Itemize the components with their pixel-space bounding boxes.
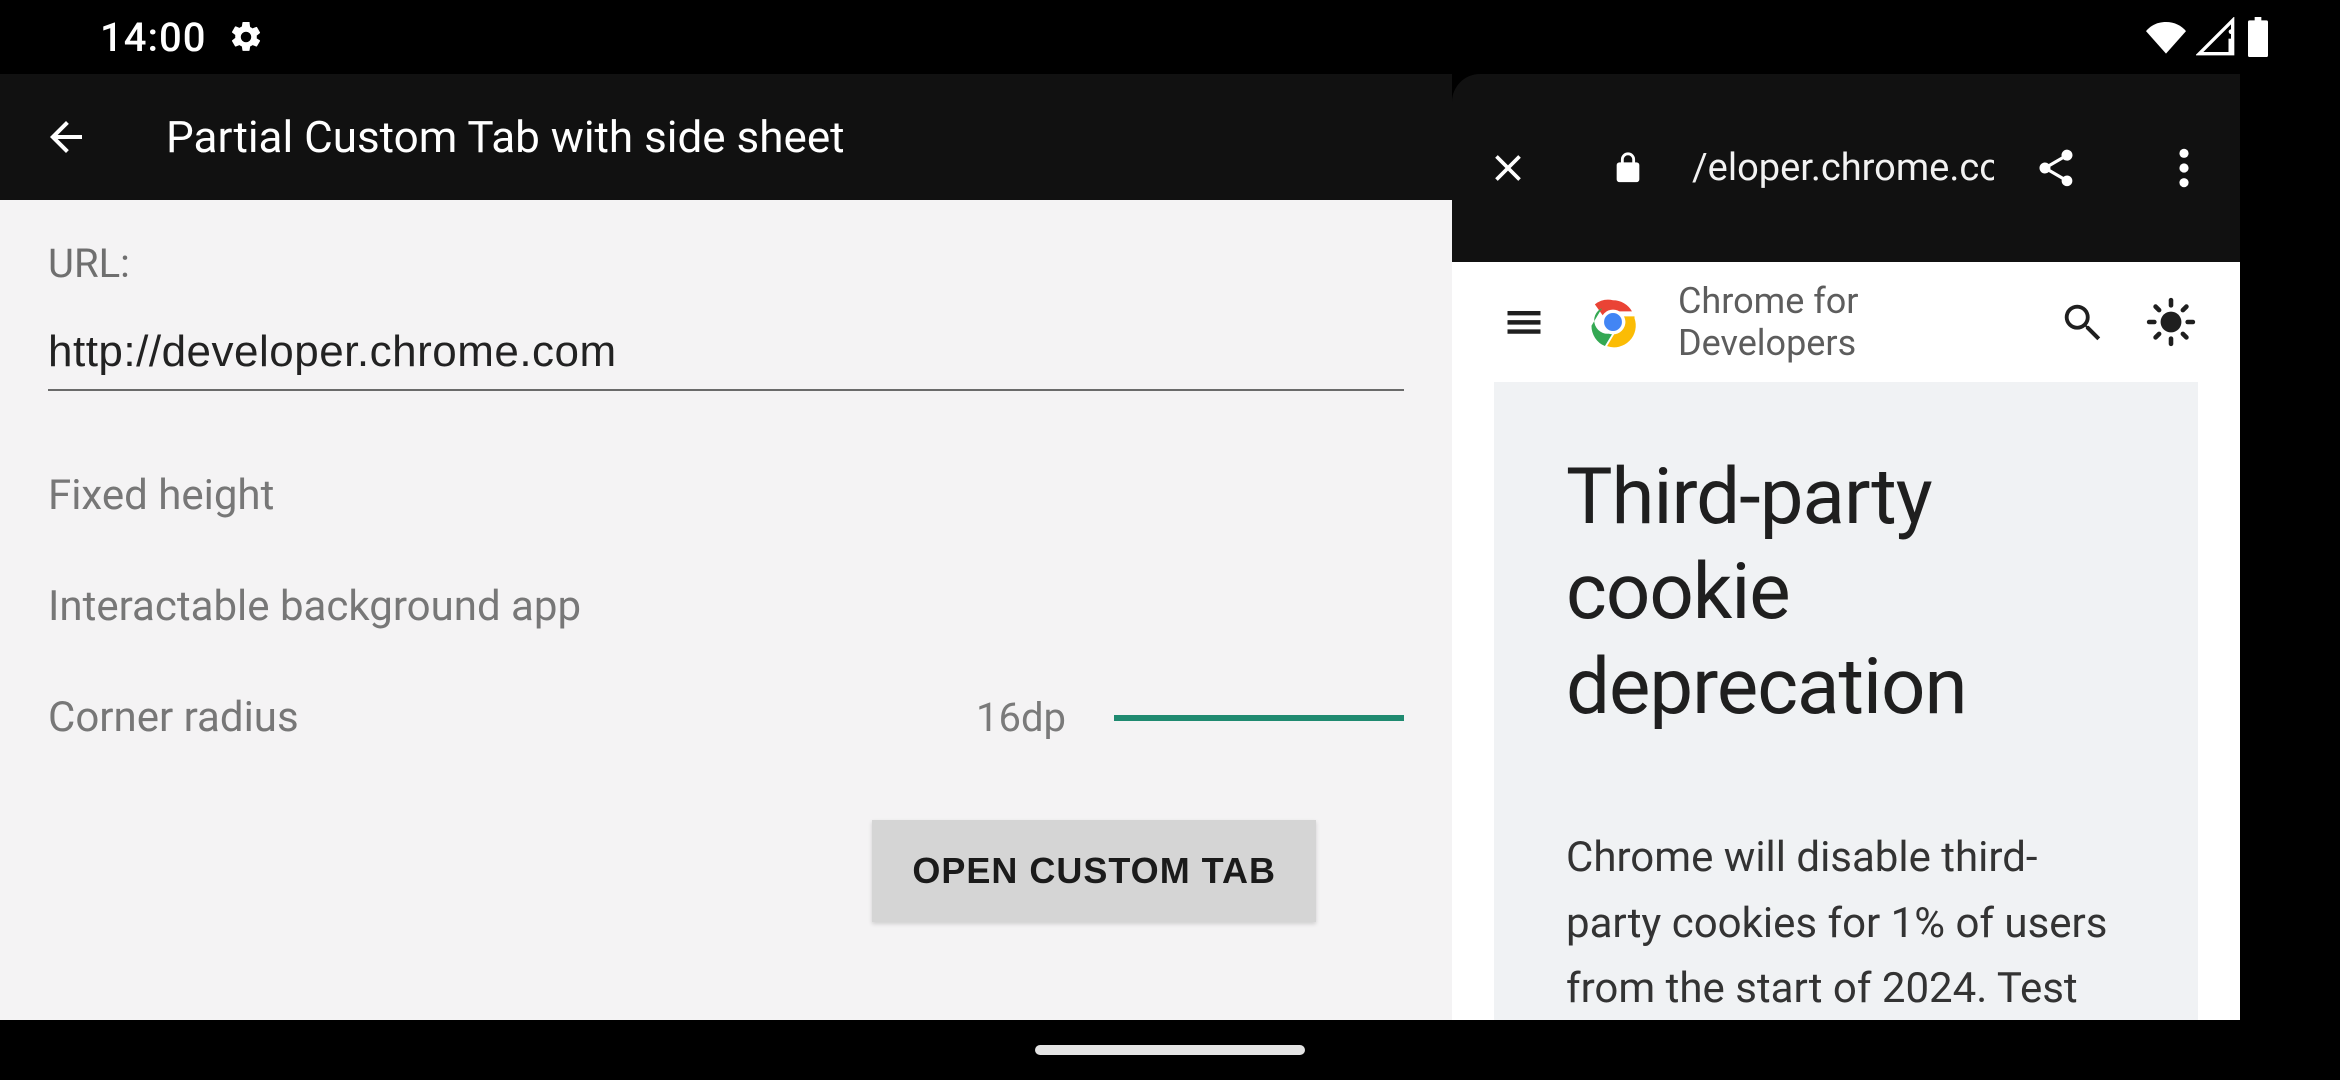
signal-icon [2196,17,2236,57]
sun-icon[interactable] [2142,293,2200,351]
status-time: 14:00 [100,14,206,61]
back-icon[interactable] [38,109,94,165]
article-heading: Third-party cookie deprecation [1566,450,2126,735]
wifi-icon [2146,17,2186,57]
close-icon[interactable] [1480,140,1536,196]
lock-icon [1608,148,1648,188]
fixed-height-option[interactable]: Fixed height [48,471,1404,520]
statusbar: 14:00 [0,0,2340,74]
battery-icon [2246,17,2270,57]
corner-radius-value: 16dp [976,694,1066,741]
site-title[interactable]: Chrome for Developers [1678,280,2022,364]
gear-icon [228,19,264,55]
config-pane: Partial Custom Tab with side sheet URL: … [0,74,1452,1020]
article-body: Chrome will disable third-party cookies … [1566,825,2126,1020]
menu-icon[interactable] [1500,298,1548,346]
custom-tab-toolbar: /eloper.chrome.com [1452,74,2240,262]
custom-tab-url[interactable]: /eloper.chrome.com [1692,146,1994,190]
corner-radius-label: Corner radius [48,693,299,742]
corner-radius-slider[interactable] [1114,715,1404,721]
nav-handle[interactable] [1035,1045,1305,1055]
site-header: Chrome for Developers [1452,262,2240,382]
url-input[interactable] [48,327,1404,377]
interactable-background-option[interactable]: Interactable background app [48,582,1404,631]
appbar-title: Partial Custom Tab with side sheet [166,111,845,163]
search-icon[interactable] [2058,298,2106,346]
share-icon[interactable] [2028,140,2084,196]
url-label: URL: [48,240,1404,287]
custom-tab-content[interactable]: Chrome for Developers Third-party cookie… [1452,262,2240,1020]
app-bar: Partial Custom Tab with side sheet [0,74,1452,200]
more-vert-icon[interactable] [2156,140,2212,196]
article-panel: Third-party cookie deprecation Chrome wi… [1494,382,2198,1020]
custom-tab-sheet: /eloper.chrome.com [1452,74,2240,1020]
navigation-bar [0,1020,2340,1080]
chrome-logo-icon [1584,293,1642,351]
open-custom-tab-button[interactable]: OPEN CUSTOM TAB [872,820,1316,922]
